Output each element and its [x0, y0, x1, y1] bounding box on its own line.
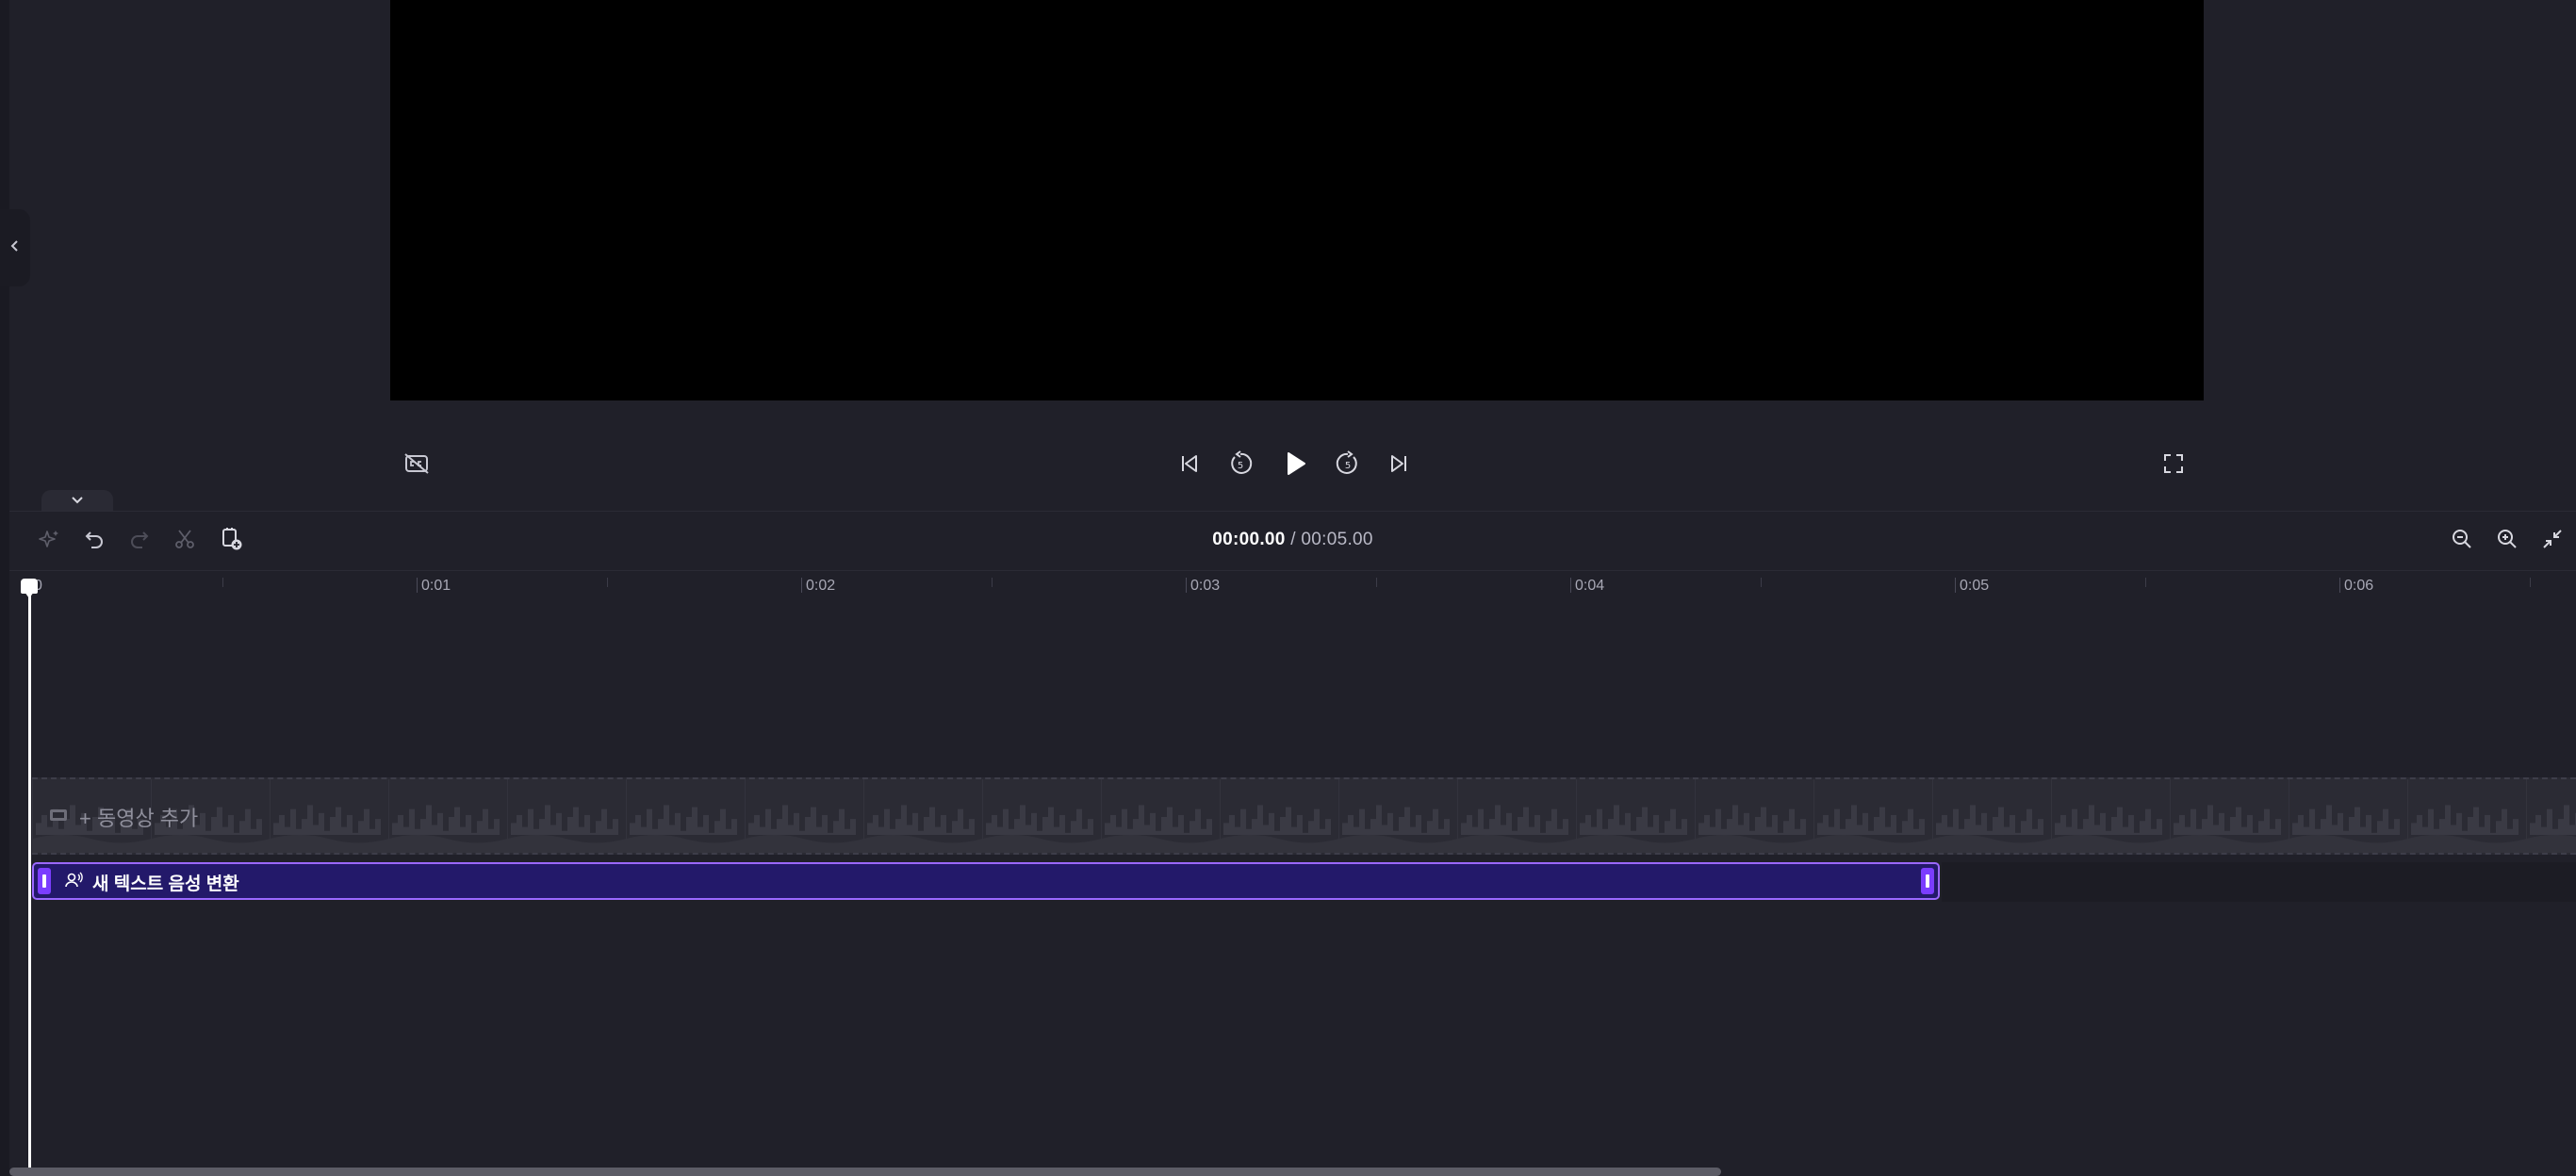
text-to-speech-clip[interactable]: 새 텍스트 음성 변환 — [32, 862, 1940, 900]
fit-timeline-button[interactable] — [2532, 520, 2573, 562]
ruler-major-tick — [417, 578, 418, 593]
ruler-minor-tick — [2145, 578, 2146, 587]
captions-toggle-button[interactable] — [396, 443, 437, 484]
add-video-label: + 동영상 추가 — [79, 807, 199, 830]
ruler-tick-label: 0:01 — [421, 578, 451, 594]
video-editor: 5 5 00:00.00 / 00:05.00 0 0:01 0:02 0:03… — [0, 0, 2576, 1176]
ruler-major-tick — [1186, 578, 1187, 593]
ruler-major-tick — [1955, 578, 1956, 593]
ruler-minor-tick — [222, 578, 223, 587]
video-track-dropzone[interactable]: + 동영상 추가 — [32, 777, 2576, 855]
zoom-out-button[interactable] — [2441, 520, 2483, 562]
time-display: 00:00.00 / 00:05.00 — [9, 530, 2576, 550]
fullscreen-button[interactable] — [2153, 443, 2194, 484]
ruler-minor-tick — [992, 578, 993, 587]
zoom-in-button[interactable] — [2486, 520, 2528, 562]
ruler-minor-tick — [2530, 578, 2531, 587]
forward-5-seconds-button[interactable]: 5 — [1327, 443, 1369, 484]
track-placeholder-pattern — [32, 779, 2576, 853]
add-video-button[interactable]: + 동영상 추가 — [49, 802, 198, 832]
skip-to-start-icon — [1178, 452, 1201, 475]
film-icon — [49, 808, 68, 827]
clip-trim-end-handle[interactable] — [1921, 868, 1934, 894]
captions-off-icon — [403, 452, 430, 475]
zoom-out-icon — [2451, 528, 2473, 555]
timeline-ruler[interactable]: 0 0:01 0:02 0:03 0:04 0:05 0:06 — [9, 570, 2576, 598]
zoom-in-icon — [2496, 528, 2519, 555]
ruler-minor-tick — [1376, 578, 1377, 587]
ruler-minor-tick — [607, 578, 608, 587]
fullscreen-icon — [2162, 452, 2185, 475]
video-preview[interactable] — [390, 0, 2204, 400]
ruler-major-tick — [801, 578, 802, 593]
play-icon — [1282, 450, 1308, 477]
playhead-line — [28, 582, 31, 1176]
ruler-major-tick — [2339, 578, 2340, 593]
voice-icon — [64, 871, 83, 894]
rewind-5-seconds-icon: 5 — [1227, 450, 1254, 477]
chevron-down-icon — [70, 493, 85, 510]
playhead-handle[interactable] — [21, 579, 38, 598]
ruler-tick-label: 0:02 — [806, 578, 836, 594]
current-time: 00:00.00 — [1212, 530, 1286, 549]
clip-trim-start-handle[interactable] — [38, 868, 51, 894]
fit-to-screen-icon — [2541, 528, 2564, 555]
ruler-tick-label: 0:03 — [1190, 578, 1221, 594]
timeline-horizontal-scrollbar[interactable] — [9, 1168, 1721, 1176]
skip-to-end-button[interactable] — [1378, 443, 1419, 484]
ruler-tick-label: 0:05 — [1960, 578, 1990, 594]
ruler-minor-tick — [1761, 578, 1762, 587]
skip-to-end-icon — [1387, 452, 1410, 475]
player-controls: 5 5 — [0, 433, 2576, 494]
skip-to-start-button[interactable] — [1169, 443, 1210, 484]
timeline-collapse-tab[interactable] — [41, 490, 113, 513]
ruler-tick-label: 0:04 — [1575, 578, 1605, 594]
left-panel-edge — [0, 0, 9, 1176]
audio-track-empty-area[interactable] — [1942, 862, 2576, 902]
ruler-tick-label: 0:06 — [2344, 578, 2374, 594]
forward-5-seconds-icon: 5 — [1335, 450, 1361, 477]
total-time: 00:05.00 — [1301, 530, 1373, 549]
svg-text:5: 5 — [1238, 461, 1243, 471]
ruler-major-tick — [1570, 578, 1571, 593]
clip-info: 새 텍스트 음성 변환 — [64, 870, 239, 895]
play-button[interactable] — [1274, 443, 1316, 484]
svg-text:5: 5 — [1345, 461, 1351, 471]
rewind-5-seconds-button[interactable]: 5 — [1220, 443, 1261, 484]
time-separator: / — [1290, 530, 1296, 549]
timeline-toolbar: 00:00.00 / 00:05.00 — [9, 511, 2576, 571]
collapse-left-panel-button[interactable] — [0, 209, 30, 286]
clip-label: 새 텍스트 음성 변환 — [92, 874, 239, 894]
chevron-left-icon — [9, 238, 21, 258]
